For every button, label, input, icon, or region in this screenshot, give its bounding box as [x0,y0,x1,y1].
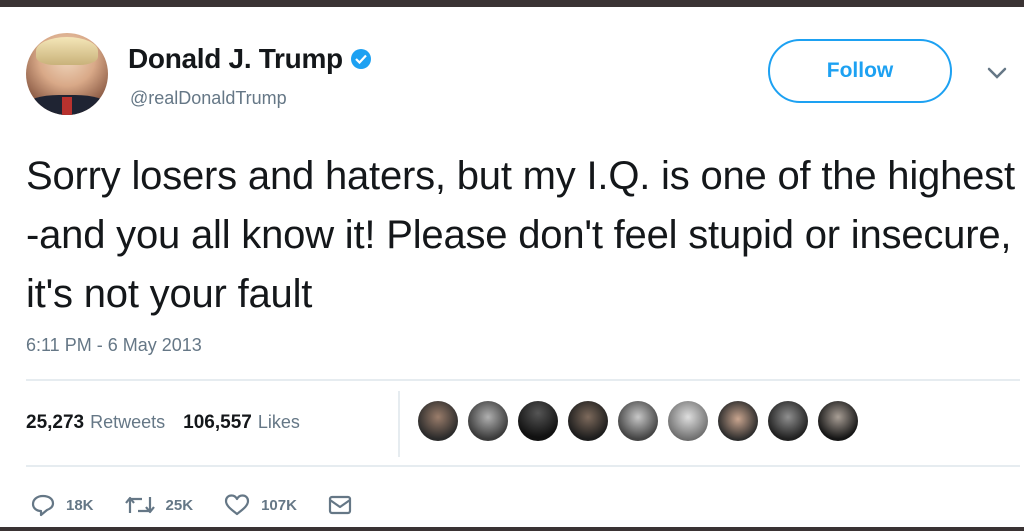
retweet-icon [124,496,155,514]
like-action[interactable]: 107K [223,493,297,517]
liker-avatar[interactable] [518,401,558,441]
liker-avatar[interactable] [818,401,858,441]
retweets-count: 25,273 [26,412,85,433]
stats-divider [398,391,400,457]
avatar-hair [36,37,98,65]
like-icon [224,494,250,516]
tweet-timestamp[interactable]: 6:11 PM - 6 May 2013 [26,335,202,356]
divider-top [26,379,1020,381]
liker-avatar[interactable] [668,401,708,441]
message-icon [328,495,352,515]
top-frame-bar [0,0,1024,7]
tweet-stats: 25,273 Retweets 106,557 Likes [26,412,300,434]
name-row: Donald J. Trump [128,43,371,75]
liker-avatar[interactable] [768,401,808,441]
reply-icon [31,494,55,517]
likes-count: 106,557 [183,412,252,433]
user-handle[interactable]: @realDonaldTrump [130,88,287,109]
retweet-count: 25K [165,496,194,514]
follow-button[interactable]: Follow [768,39,952,103]
retweets-label: Retweets [90,412,166,432]
chevron-down-icon[interactable] [986,65,1008,81]
retweets-stat[interactable]: 25,273 Retweets [26,412,165,434]
divider-bottom [26,465,1020,467]
liker-avatar[interactable] [718,401,758,441]
tweet-card: Donald J. Trump @realDonaldTrump Follow … [0,7,1024,527]
likes-stat[interactable]: 106,557 Likes [183,412,300,434]
tweet-text: Sorry losers and haters, but my I.Q. is … [26,154,1015,316]
verified-icon [350,49,371,69]
liker-avatars [418,401,868,441]
tweet-actions: 18K 25K 107K [30,493,383,517]
reply-count: 18K [66,496,94,514]
display-name[interactable]: Donald J. Trump [128,43,343,75]
likes-label: Likes [257,412,300,432]
message-action[interactable] [327,494,353,516]
like-count: 107K [261,496,297,514]
retweet-action[interactable]: 25K [124,493,194,517]
liker-avatar[interactable] [618,401,658,441]
bottom-frame-bar [0,527,1024,531]
liker-avatar[interactable] [418,401,458,441]
liker-avatar[interactable] [468,401,508,441]
liker-avatar[interactable] [568,401,608,441]
avatar[interactable] [26,33,108,115]
reply-action[interactable]: 18K [30,493,94,517]
avatar-tie [62,97,72,115]
